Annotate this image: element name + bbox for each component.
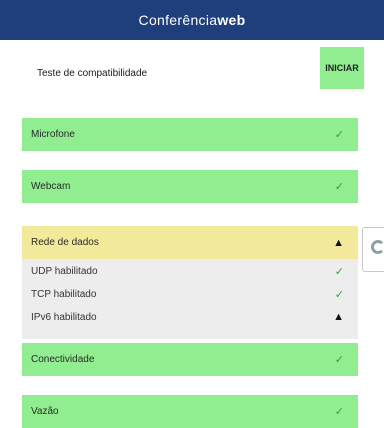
- network-detail-udp: UDP habilitado ✓: [22, 261, 358, 281]
- logo-suffix: web: [217, 12, 246, 28]
- test-label: Microfone: [31, 129, 75, 140]
- test-row-network[interactable]: Rede de dados ▲: [22, 226, 358, 259]
- check-icon: ✓: [334, 288, 344, 301]
- check-icon: ✓: [334, 181, 344, 193]
- app-header: Conferênciaweb: [0, 0, 384, 40]
- network-detail-tcp: TCP habilitado ✓: [22, 284, 358, 304]
- logo-prefix: Conferência: [138, 12, 218, 28]
- spinner-icon: [371, 240, 384, 254]
- detail-label: TCP habilitado: [31, 288, 97, 300]
- app-logo: Conferênciaweb: [139, 12, 246, 28]
- warning-icon: ▲: [333, 236, 344, 249]
- detail-label: IPv6 habilitado: [31, 311, 97, 323]
- detail-label: UDP habilitado: [31, 265, 98, 277]
- check-icon: ✓: [334, 265, 344, 278]
- warning-icon: ▲: [333, 311, 344, 323]
- compatibility-test-label: Teste de compatibilidade: [37, 68, 148, 79]
- check-icon: ✓: [334, 354, 344, 366]
- test-row-connectivity[interactable]: Conectividade ✓: [22, 343, 358, 376]
- tooltip-popup: [362, 227, 384, 272]
- check-icon: ✓: [334, 406, 344, 418]
- test-row-webcam[interactable]: Webcam ✓: [22, 170, 358, 203]
- network-detail-ipv6: IPv6 habilitado ▲: [22, 307, 358, 327]
- check-icon: ✓: [334, 129, 344, 141]
- test-row-microphone[interactable]: Microfone ✓: [22, 118, 358, 151]
- test-label: Rede de dados: [31, 237, 99, 248]
- test-row-throughput[interactable]: Vazão ✓: [22, 395, 358, 428]
- test-label: Vazão: [31, 406, 59, 417]
- test-label: Webcam: [31, 181, 71, 192]
- test-label: Conectividade: [31, 354, 95, 365]
- start-button[interactable]: INICIAR: [320, 47, 364, 89]
